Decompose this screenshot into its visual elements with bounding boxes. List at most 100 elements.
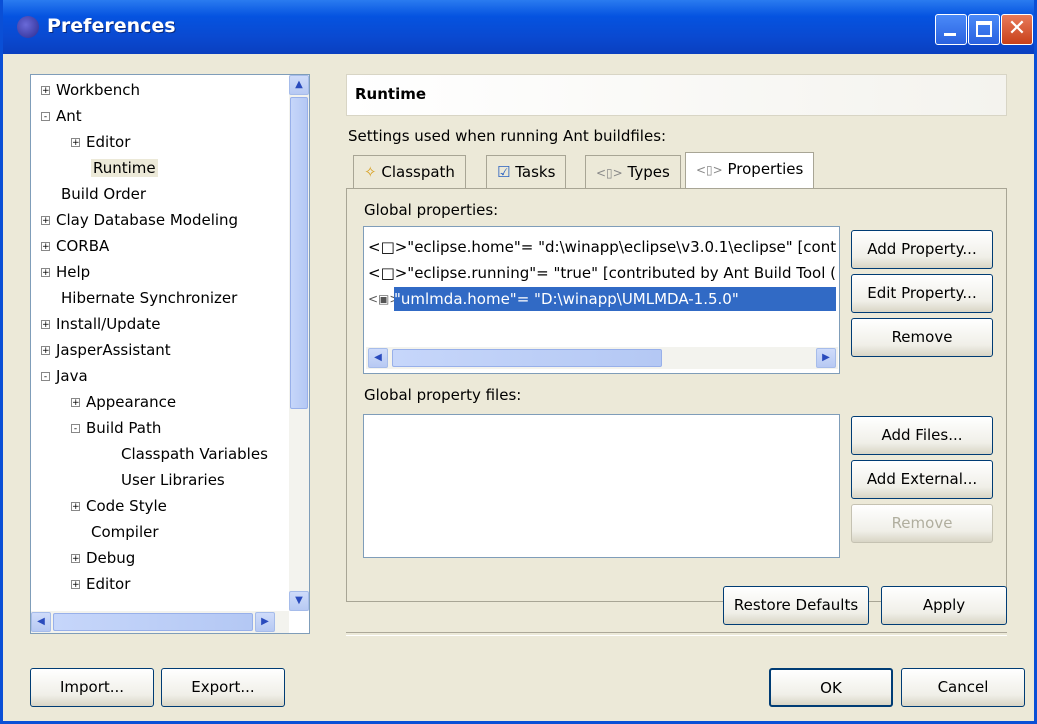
expand-icon[interactable]: +	[41, 86, 50, 96]
properties-horizontal-scrollbar[interactable]: ◀ ▶	[366, 347, 838, 369]
ok-button[interactable]: OK	[769, 668, 893, 707]
global-properties-list[interactable]: <□>"eclipse.home"= "d:\winapp\eclipse\v3…	[363, 226, 840, 374]
tab-classpath[interactable]: ✧ Classpath	[353, 155, 466, 189]
scroll-left-button[interactable]: ◀	[368, 348, 388, 368]
tree-item-label: JasperAssistant	[56, 341, 171, 359]
tree-item-label: Java	[56, 367, 88, 385]
tree-item-label: Classpath Variables	[121, 445, 268, 463]
expand-icon[interactable]: +	[41, 320, 50, 330]
tree-item[interactable]: + Debug	[71, 549, 135, 567]
expand-icon[interactable]: +	[41, 346, 50, 356]
scroll-thumb-horizontal[interactable]	[392, 349, 662, 367]
collapse-icon[interactable]: -	[41, 372, 50, 382]
tree-item-label: Hibernate Synchronizer	[61, 289, 238, 307]
tree-item-label: Install/Update	[56, 315, 161, 333]
tree-item[interactable]: + Editor	[71, 133, 130, 151]
list-item[interactable]: <□>"eclipse.home"= "d:\winapp\eclipse\v3…	[368, 235, 836, 259]
preferences-window: Preferences ✕ + Workbench - Ant + Editor Runti…	[0, 0, 1037, 724]
add-files-button[interactable]: Add Files...	[851, 416, 993, 455]
tree-item[interactable]: + Editor	[71, 575, 130, 593]
tree-item[interactable]: + Clay Database Modeling	[41, 211, 238, 229]
remove-property-button[interactable]: Remove	[851, 318, 993, 357]
scroll-right-button[interactable]: ▶	[255, 612, 275, 632]
restore-defaults-button[interactable]: Restore Defaults	[723, 586, 869, 625]
edit-property-button[interactable]: Edit Property...	[851, 274, 993, 313]
tree-item-label: Build Path	[86, 419, 162, 437]
expand-icon[interactable]: +	[71, 554, 80, 564]
expand-icon[interactable]: +	[71, 398, 80, 408]
tree-item-label: Ant	[56, 107, 82, 125]
expand-icon[interactable]: +	[71, 502, 80, 512]
tree-item[interactable]: User Libraries	[121, 471, 225, 489]
tree-item-label: Clay Database Modeling	[56, 211, 239, 229]
expand-icon[interactable]: +	[71, 138, 80, 148]
apply-button[interactable]: Apply	[881, 586, 1007, 625]
tree-item[interactable]: Build Order	[61, 185, 146, 203]
expand-icon[interactable]: +	[41, 216, 50, 226]
expand-icon[interactable]: +	[41, 268, 50, 278]
tree-item-label: Debug	[86, 549, 136, 567]
tree-item-label: Editor	[86, 575, 131, 593]
tree-item-label: Help	[56, 263, 91, 281]
title-bar[interactable]: Preferences ✕	[3, 0, 1034, 54]
close-icon: ✕	[1007, 16, 1027, 41]
minimize-button[interactable]	[935, 14, 967, 45]
tree-item[interactable]: Hibernate Synchronizer	[61, 289, 237, 307]
tree-vertical-scrollbar[interactable]: ▲ ▼	[289, 75, 309, 611]
page-title: Runtime	[346, 74, 1007, 116]
add-external-button[interactable]: Add External...	[851, 460, 993, 499]
expand-icon[interactable]: +	[71, 580, 80, 590]
tree-item[interactable]: Compiler	[91, 523, 159, 541]
tasks-icon: ☑	[497, 163, 511, 181]
list-item[interactable]: <□>"eclipse.running"= "true" [contribute…	[368, 261, 836, 285]
collapse-icon[interactable]: -	[71, 424, 80, 434]
import-button[interactable]: Import...	[30, 668, 154, 707]
close-button[interactable]: ✕	[1001, 14, 1033, 45]
tree-item[interactable]: - Build Path	[71, 419, 161, 437]
scroll-down-button[interactable]: ▼	[289, 591, 309, 611]
remove-files-button[interactable]: Remove	[851, 504, 993, 543]
tree-item-label: CORBA	[56, 237, 110, 255]
tree-item[interactable]: + JasperAssistant	[41, 341, 171, 359]
collapse-icon[interactable]: -	[41, 112, 50, 122]
tree-item-label: Appearance	[86, 393, 177, 411]
maximize-button[interactable]	[968, 14, 1000, 45]
tree-item[interactable]: + Workbench	[41, 81, 140, 99]
tree-item[interactable]: + Help	[41, 263, 90, 281]
cancel-button[interactable]: Cancel	[901, 668, 1025, 707]
tree-item-label: User Libraries	[121, 471, 225, 489]
tree-item-label: Runtime	[93, 159, 156, 177]
export-button[interactable]: Export...	[161, 668, 285, 707]
tree-item[interactable]: Classpath Variables	[121, 445, 268, 463]
eclipse-icon	[17, 16, 39, 38]
page-description: Settings used when running Ant buildfile…	[348, 127, 667, 145]
tree-horizontal-scrollbar[interactable]: ◀ ▶	[31, 611, 289, 633]
preferences-tree[interactable]: + Workbench - Ant + Editor Runtime Build Order +…	[30, 74, 310, 634]
list-item-selected[interactable]: "umlmda.home"= "D:\winapp\UMLMDA-1.5.0"	[394, 287, 836, 311]
tree-item-label: Compiler	[91, 523, 159, 541]
classpath-icon: ✧	[364, 163, 377, 181]
scroll-right-button[interactable]: ▶	[816, 348, 836, 368]
tree-item[interactable]: - Java	[41, 367, 88, 385]
tree-item[interactable]: + Install/Update	[41, 315, 161, 333]
tree-item[interactable]: + CORBA	[41, 237, 109, 255]
tab-properties[interactable]: <▯> Properties	[685, 152, 815, 188]
global-property-files-label: Global property files:	[364, 386, 522, 404]
tree-item-label: Build Order	[61, 185, 147, 203]
tab-tasks[interactable]: ☑ Tasks	[486, 155, 567, 189]
add-property-button[interactable]: Add Property...	[851, 230, 993, 269]
scroll-thumb-horizontal[interactable]	[53, 613, 253, 631]
global-property-files-list[interactable]	[363, 414, 840, 558]
tree-item[interactable]: + Appearance	[71, 393, 176, 411]
properties-icon: <▯>	[696, 163, 723, 177]
scroll-left-button[interactable]: ◀	[31, 612, 51, 632]
tree-item[interactable]: Runtime	[91, 159, 158, 177]
scroll-up-button[interactable]: ▲	[289, 75, 309, 95]
tree-item[interactable]: - Ant	[41, 107, 82, 125]
expand-icon[interactable]: +	[41, 242, 50, 252]
scroll-thumb[interactable]	[290, 97, 308, 409]
global-properties-label: Global properties:	[364, 201, 499, 219]
tree-item[interactable]: + Code Style	[71, 497, 167, 515]
minimize-icon	[944, 33, 956, 36]
tab-types[interactable]: <▯> Types	[585, 155, 681, 189]
